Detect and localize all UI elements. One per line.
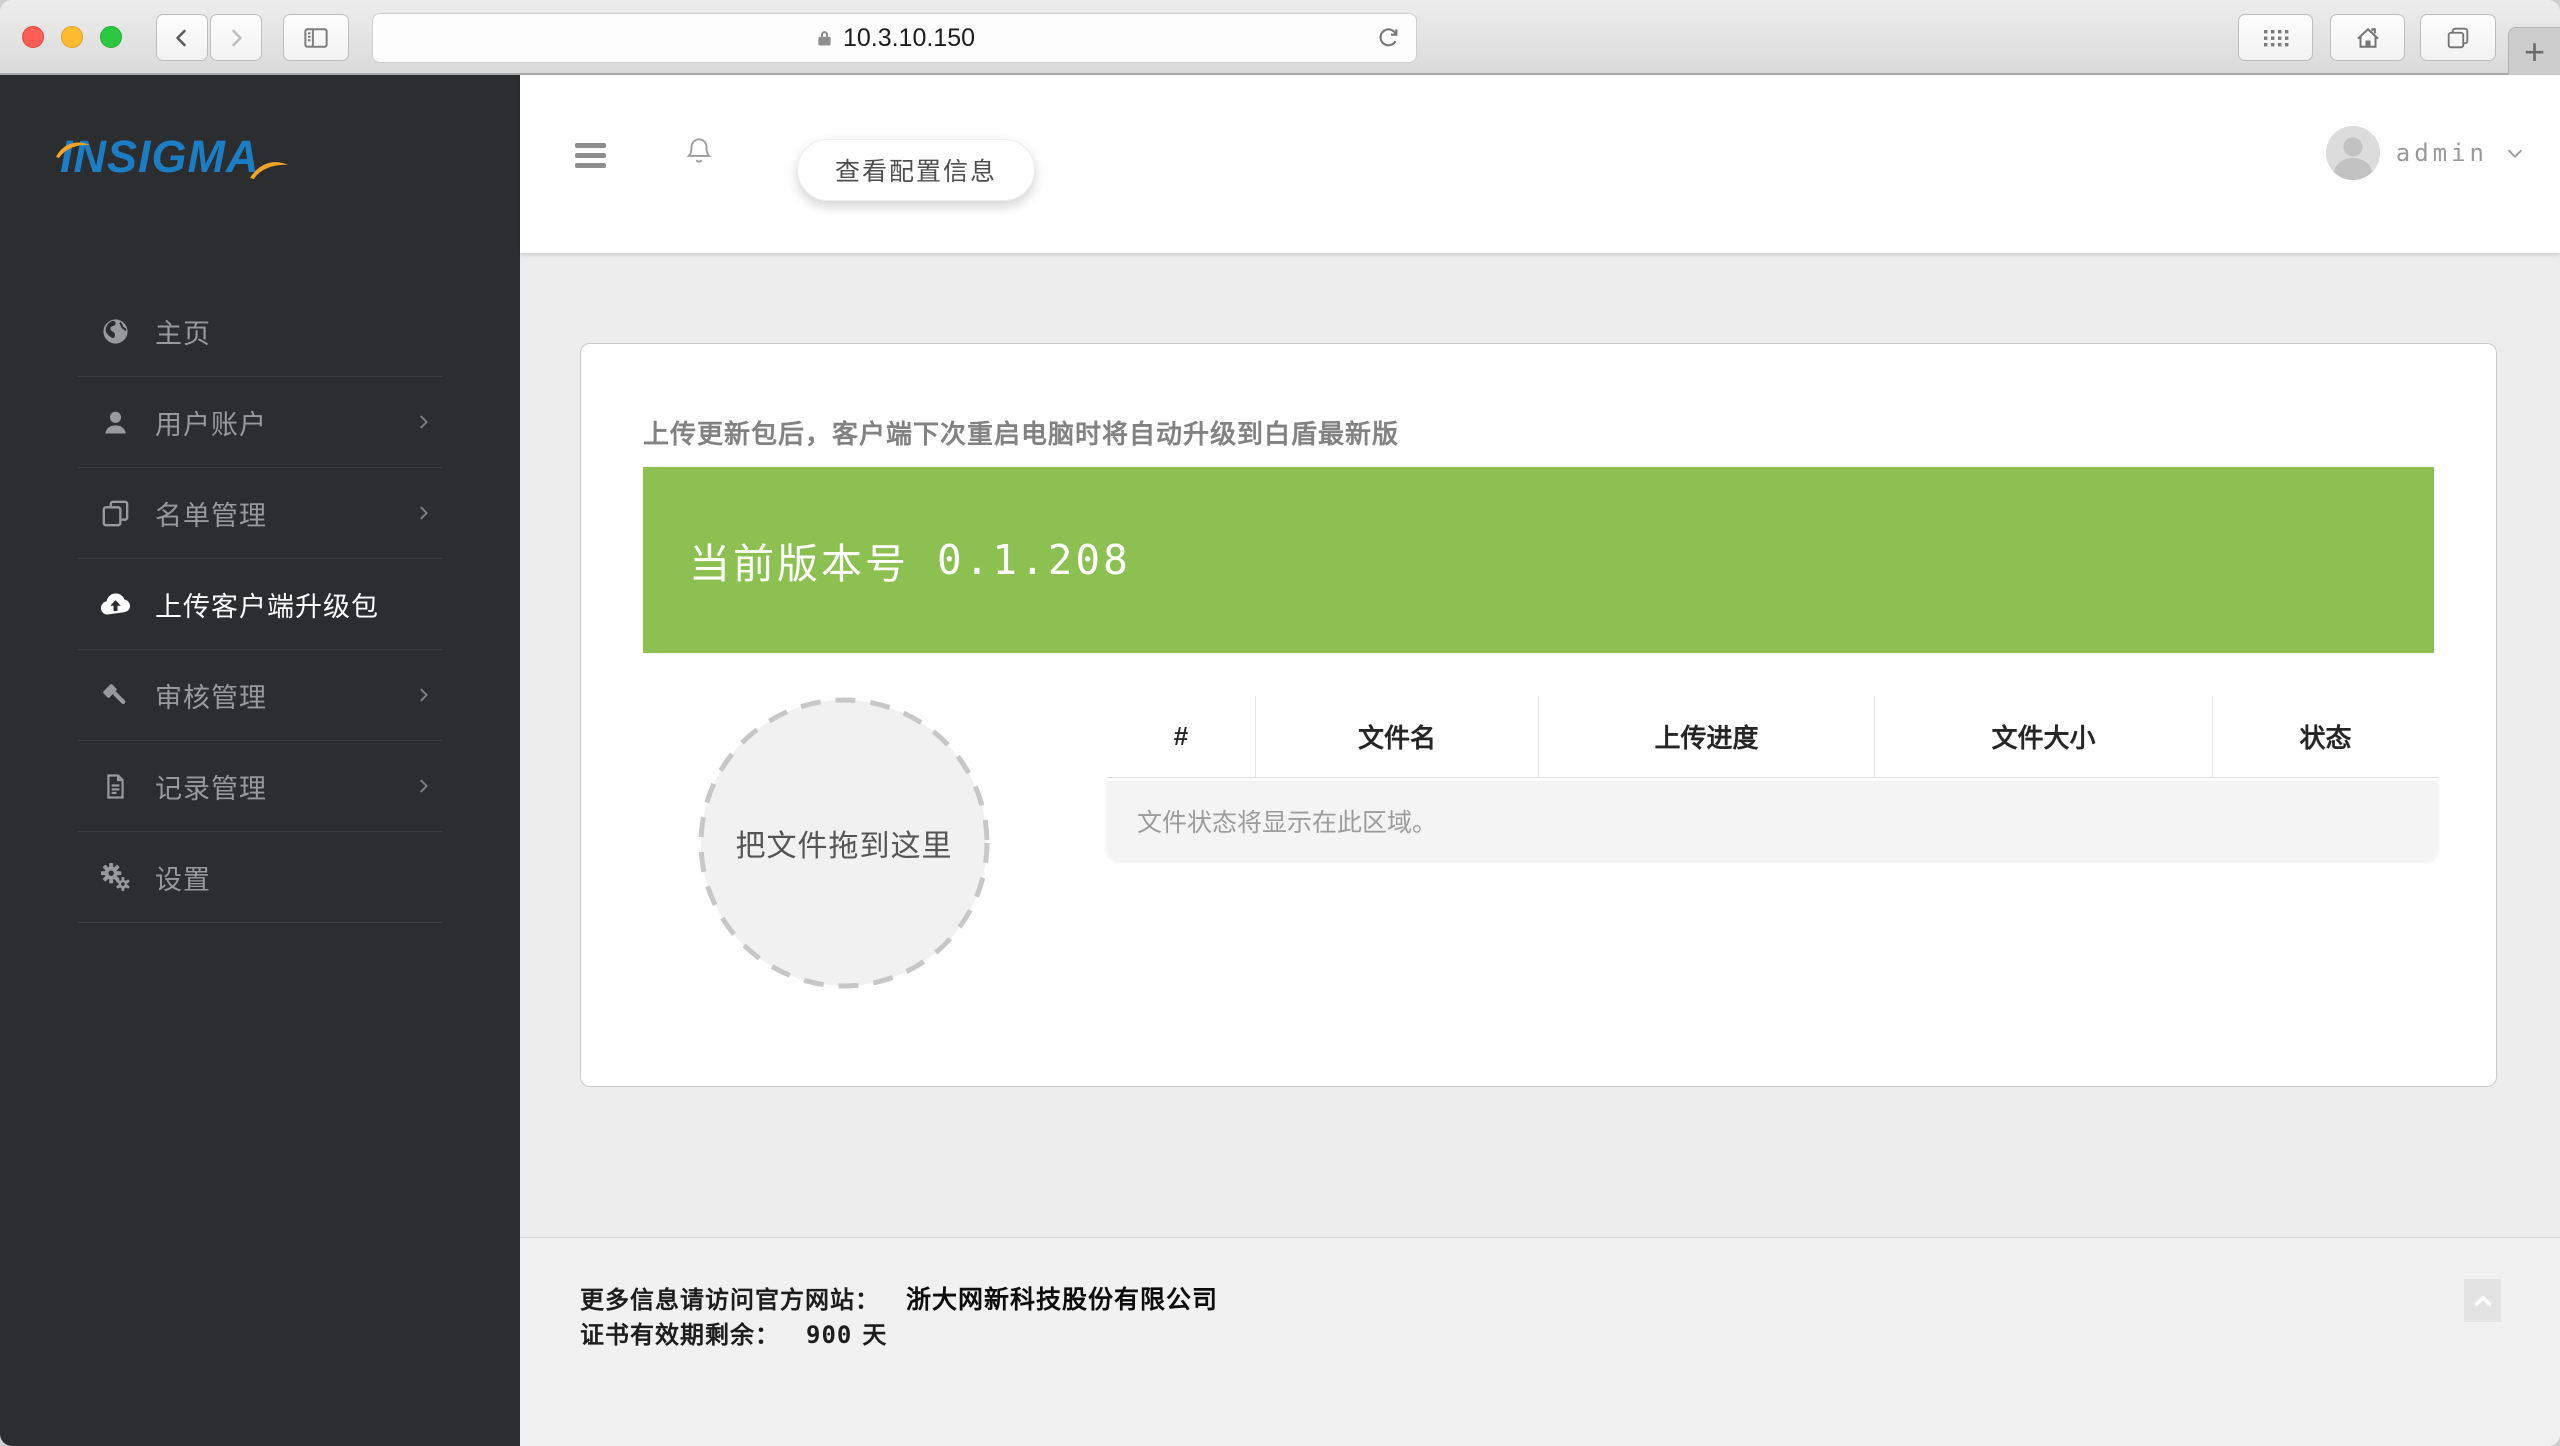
table-header-status: 状态 bbox=[2212, 696, 2438, 777]
bell-icon[interactable] bbox=[683, 135, 715, 172]
sidebar-item-label: 记录管理 bbox=[155, 767, 267, 806]
chevron-down-icon bbox=[2504, 142, 2526, 164]
insigma-logo: INSIGMA bbox=[60, 131, 260, 183]
logo-swoosh-icon bbox=[54, 118, 92, 170]
chevron-left-icon bbox=[170, 26, 194, 50]
hamburger-menu-icon[interactable] bbox=[575, 143, 606, 168]
version-banner: 当前版本号 0.1.208 bbox=[643, 467, 2434, 653]
topbar: 查看配置信息 admin bbox=[520, 75, 2560, 253]
window-minimize-button[interactable] bbox=[61, 26, 83, 48]
globe-icon bbox=[92, 315, 138, 348]
chevron-right-icon bbox=[412, 775, 434, 797]
sidebar-item-settings[interactable]: 设置 bbox=[0, 832, 520, 922]
copy-icon bbox=[92, 497, 138, 530]
sidebar-item-label: 用户账户 bbox=[155, 403, 267, 442]
chevron-right-icon bbox=[412, 411, 434, 433]
footer: 更多信息请访问官方网站： 浙大网新科技股份有限公司 证书有效期剩余： 900 天 bbox=[520, 1237, 2560, 1446]
sidebar-item-home[interactable]: 主页 bbox=[0, 286, 520, 376]
dropzone-text: 把文件拖到这里 bbox=[697, 696, 991, 990]
chevron-up-icon bbox=[2470, 1288, 2496, 1314]
sidebar-item-label: 设置 bbox=[155, 858, 211, 897]
gears-icon bbox=[92, 860, 138, 894]
home-button[interactable] bbox=[2330, 14, 2405, 61]
user-icon bbox=[92, 407, 138, 438]
browser-chrome: 10.3.10.150 + bbox=[0, 0, 2560, 75]
upload-card: 上传更新包后，客户端下次重启电脑时将自动升级到白盾最新版 当前版本号 0.1.2… bbox=[580, 343, 2497, 1087]
footer-website-line: 更多信息请访问官方网站： 浙大网新科技股份有限公司 bbox=[580, 1283, 2560, 1318]
username: admin bbox=[2396, 139, 2488, 167]
chevron-right-icon bbox=[412, 684, 434, 706]
upload-note: 上传更新包后，客户端下次重启电脑时将自动升级到白盾最新版 bbox=[643, 414, 2434, 451]
table-header-row: # 文件名 上传进度 文件大小 状态 bbox=[1107, 696, 2438, 778]
sidebar-item-user-accounts[interactable]: 用户账户 bbox=[0, 377, 520, 467]
upload-table: # 文件名 上传进度 文件大小 状态 文件状态将显示在此区域。 bbox=[1107, 696, 2438, 990]
cloud-upload-icon bbox=[92, 586, 138, 623]
tabs-icon bbox=[2444, 24, 2472, 52]
window-zoom-button[interactable] bbox=[100, 26, 122, 48]
sidebar-menu: 主页 用户账户 名单管理 bbox=[0, 286, 520, 923]
version-label: 当前版本号 bbox=[689, 530, 909, 590]
screen: 10.3.10.150 + bbox=[0, 0, 2560, 1446]
grid-icon bbox=[2262, 26, 2290, 50]
sidebar-item-list-management[interactable]: 名单管理 bbox=[0, 468, 520, 558]
cert-label: 证书有效期剩余： bbox=[580, 1322, 780, 1349]
logo-swoosh-icon bbox=[248, 139, 290, 191]
table-header-filename: 文件名 bbox=[1255, 696, 1538, 777]
tab-overview-button[interactable] bbox=[2238, 14, 2313, 61]
cert-unit: 天 bbox=[862, 1322, 887, 1349]
lock-icon bbox=[814, 28, 835, 49]
url-text: 10.3.10.150 bbox=[843, 24, 975, 53]
file-dropzone[interactable]: 把文件拖到这里 bbox=[697, 696, 991, 990]
upload-row: 把文件拖到这里 # 文件名 上传进度 文件大小 状态 文件状态将显示在此区域。 bbox=[643, 696, 2434, 990]
forward-button[interactable] bbox=[210, 14, 262, 61]
scroll-to-top-button[interactable] bbox=[2464, 1279, 2501, 1322]
chevron-right-icon bbox=[224, 26, 248, 50]
table-header-index: # bbox=[1107, 696, 1255, 777]
address-bar[interactable]: 10.3.10.150 bbox=[372, 13, 1417, 63]
main: 查看配置信息 admin 上传更新包后，客户端下次重启电脑时将自动升级到白盾最新… bbox=[520, 75, 2560, 1446]
new-tab-button[interactable]: + bbox=[2508, 27, 2560, 75]
sidebar: INSIGMA 主页 用户账户 bbox=[0, 75, 520, 1446]
sidebar-item-label: 审核管理 bbox=[155, 676, 267, 715]
sidebar-item-review-management[interactable]: 审核管理 bbox=[0, 650, 520, 740]
company-name: 浙大网新科技股份有限公司 bbox=[906, 1286, 1218, 1314]
chevron-right-icon bbox=[412, 502, 434, 524]
cert-days-value: 900 bbox=[806, 1321, 852, 1349]
sidebar-toggle-icon bbox=[301, 23, 331, 53]
show-tabs-button[interactable] bbox=[2420, 14, 2496, 61]
content: 上传更新包后，客户端下次重启电脑时将自动升级到白盾最新版 当前版本号 0.1.2… bbox=[520, 253, 2560, 1237]
table-header-filesize: 文件大小 bbox=[1874, 696, 2212, 777]
sidebar-toggle-button[interactable] bbox=[283, 14, 349, 61]
document-icon bbox=[92, 771, 138, 802]
version-value: 0.1.208 bbox=[937, 536, 1131, 584]
home-icon bbox=[2353, 23, 2383, 53]
reload-icon[interactable] bbox=[1374, 24, 1402, 52]
user-menu[interactable]: admin bbox=[2326, 126, 2526, 180]
gavel-icon bbox=[92, 679, 138, 711]
sidebar-item-upload-client-package[interactable]: 上传客户端升级包 bbox=[0, 559, 520, 649]
view-config-button[interactable]: 查看配置信息 bbox=[797, 139, 1035, 201]
table-header-progress: 上传进度 bbox=[1538, 696, 1874, 777]
footer-cert-line: 证书有效期剩余： 900 天 bbox=[580, 1318, 2560, 1353]
avatar bbox=[2326, 126, 2380, 180]
sidebar-item-label: 主页 bbox=[155, 312, 211, 351]
sidebar-item-record-management[interactable]: 记录管理 bbox=[0, 741, 520, 831]
website-label: 更多信息请访问官方网站： bbox=[580, 1287, 880, 1314]
app: INSIGMA 主页 用户账户 bbox=[0, 75, 2560, 1446]
sidebar-item-label: 上传客户端升级包 bbox=[155, 585, 379, 624]
sidebar-item-label: 名单管理 bbox=[155, 494, 267, 533]
window-close-button[interactable] bbox=[22, 26, 44, 48]
back-button[interactable] bbox=[156, 14, 208, 61]
divider bbox=[78, 922, 442, 923]
table-empty-message: 文件状态将显示在此区域。 bbox=[1107, 781, 2438, 861]
